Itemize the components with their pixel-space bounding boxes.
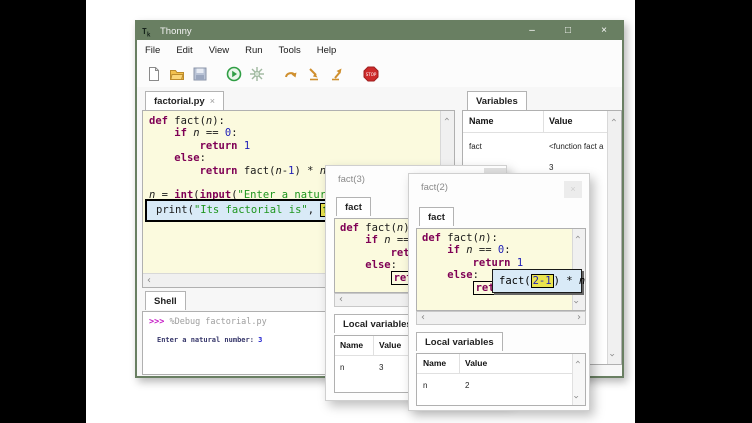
tab-label: fact [345,202,362,213]
variables-vertical-scrollbar[interactable]: ‹ ‹ [607,111,621,364]
fact2-locals-pane[interactable]: Name Value n2 ‹ ‹ [416,353,586,406]
column-value: Value [379,340,401,350]
fact3-title: fact(3) [338,174,365,185]
menu-view[interactable]: View [209,45,229,56]
fact2-locals-vertical-scrollbar[interactable]: ‹ ‹ [572,354,585,405]
menu-file[interactable]: File [145,45,160,56]
fact2-tab-fact[interactable]: fact [419,207,454,226]
tab-label: fact [428,212,445,223]
column-name: Name [469,116,494,126]
fact2-close-button[interactable]: × [564,181,582,198]
stop-icon[interactable]: STOP [363,66,379,82]
fact2-eval-tooltip: fact(2-1) * n [492,269,582,293]
step-into-icon[interactable] [306,66,322,82]
tab-label: Variables [476,96,518,107]
column-divider [459,354,460,373]
shell-io-line: Enter a natural number: 3 [157,336,262,344]
menu-tools[interactable]: Tools [279,45,301,56]
tab-shell[interactable]: Shell [145,291,186,310]
fact2-locals-header: Name Value [417,354,573,374]
shell-command: %Debug factorial.py [164,317,266,327]
column-divider [373,336,374,355]
shell-echo: Enter a natural number: [157,336,258,344]
column-value: Value [465,358,487,368]
step-out-icon[interactable] [329,66,345,82]
column-name: Name [423,358,446,368]
run-icon[interactable] [226,66,242,82]
fact2-frame-window[interactable]: fact(2) × fact def fact(n): if n == 0: r… [408,173,590,411]
tab-label: factorial.py [154,96,205,107]
tab-label: Local variables [343,319,412,330]
column-value: Value [549,116,573,126]
menu-run[interactable]: Run [245,45,262,56]
svg-text:STOP: STOP [366,72,377,77]
shell-command-line: >>> %Debug factorial.py [149,317,267,327]
save-icon[interactable] [192,66,208,82]
window-title: Thonny [160,26,192,37]
column-name: Name [340,340,363,350]
variables-header: Name Value [463,111,608,133]
thonny-logo-icon: Tk [142,26,155,37]
new-file-icon[interactable] [146,66,162,82]
fact2-tab-local-variables[interactable]: Local variables [416,332,503,351]
fact3-tab-fact[interactable]: fact [336,197,371,216]
tab-variables[interactable]: Variables [467,91,527,110]
tab-label: Local variables [425,337,494,348]
maximize-button[interactable]: □ [550,22,586,40]
menubar: File Edit View Run Tools Help [137,40,622,60]
menu-edit[interactable]: Edit [176,45,192,56]
column-divider [543,111,544,132]
titlebar[interactable]: Tk Thonny – □ × [137,22,622,40]
menu-help[interactable]: Help [317,45,337,56]
tab-factorial-py[interactable]: factorial.py × [145,91,224,110]
toolbar: STOP [137,60,622,87]
close-button[interactable]: × [586,22,622,40]
fact2-title: fact(2) [421,182,448,193]
minimize-button[interactable]: – [514,22,550,40]
fact2-horizontal-scrollbar[interactable]: ‹ › [416,311,586,325]
open-folder-icon[interactable] [169,66,185,82]
tab-label: Shell [154,296,177,307]
shell-user-input: 3 [258,336,262,344]
tab-close-icon[interactable]: × [210,96,215,106]
debug-icon[interactable] [249,66,265,82]
fact2-code-pane[interactable]: def fact(n): if n == 0: return 1 else: r… [416,228,586,311]
shell-prompt: >>> [149,317,164,327]
step-over-icon[interactable] [283,66,299,82]
